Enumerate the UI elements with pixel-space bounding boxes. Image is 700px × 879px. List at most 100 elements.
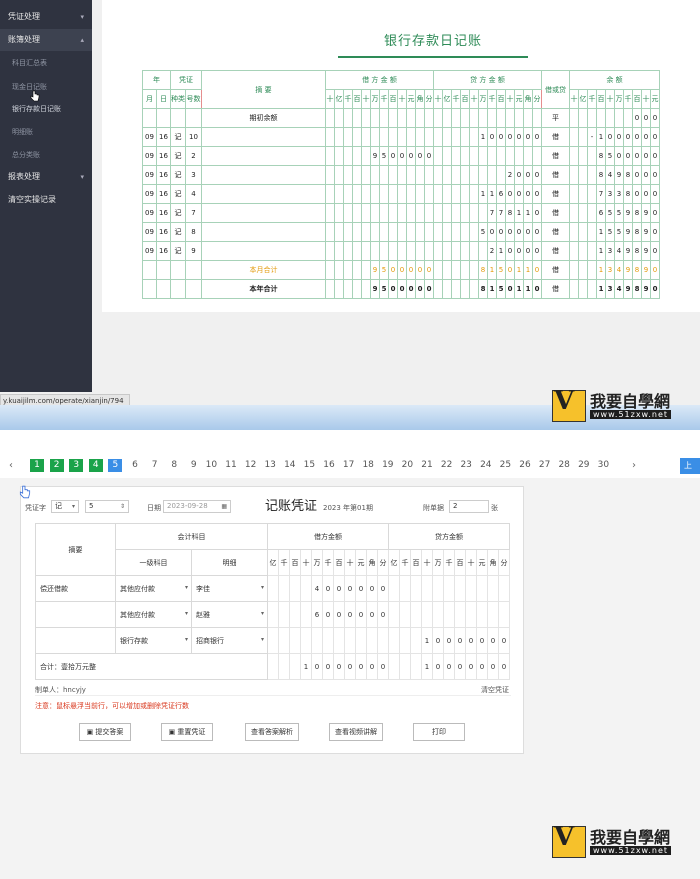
total-credit-digit: 0 <box>465 653 477 680</box>
print-button[interactable]: 打印 <box>413 723 465 741</box>
detail-select[interactable]: 赵雅 ▾ <box>191 601 268 628</box>
level1-select[interactable]: 银行存款 ▾ <box>115 627 192 654</box>
view-video-button[interactable]: 查看视频讲解 <box>329 723 383 741</box>
page-button[interactable]: 17 <box>342 459 356 472</box>
page-button[interactable]: 23 <box>459 459 473 472</box>
detail-select[interactable]: 李佳 ▾ <box>191 575 268 602</box>
page-button[interactable]: 25 <box>498 459 512 472</box>
balance-digit: 0 <box>632 146 642 166</box>
debit-digit <box>379 108 389 128</box>
credit-digit <box>388 575 400 602</box>
sidebar-item-bank-journal[interactable]: 银行存款日记账 <box>0 98 92 120</box>
page-button[interactable]: 7 <box>148 459 162 472</box>
voucher-line[interactable]: 其他应付款 ▾ 赵雅 ▾ 6 0 0 0 0 0 0 <box>35 601 510 628</box>
next-page-button[interactable]: › <box>627 459 641 472</box>
sidebar-item-cash-journal[interactable]: 现金日记账 <box>0 76 92 98</box>
page-button[interactable]: 30 <box>596 459 610 472</box>
balance-digit: 3 <box>605 279 615 299</box>
credit-digit: 8 <box>505 203 515 223</box>
sidebar-item-general-ledger[interactable]: 总分类账 <box>0 144 92 166</box>
page-button[interactable]: 26 <box>518 459 532 472</box>
voucher-line[interactable]: 银行存款 ▾ 招商银行 ▾ 1 0 0 0 0 0 0 0 <box>35 627 510 654</box>
calendar-icon: ▦ <box>221 503 227 510</box>
page-button[interactable]: 2 <box>49 459 64 472</box>
digit-header: 十 <box>605 89 615 109</box>
attachments-input[interactable]: 2 <box>449 500 489 513</box>
page-button[interactable]: 15 <box>302 459 316 472</box>
page-button[interactable]: 3 <box>69 459 84 472</box>
debit-digit <box>361 203 371 223</box>
credit-digit <box>433 241 443 261</box>
digit-header: 千 <box>322 549 334 576</box>
sidebar-item-summary[interactable]: 科目汇总表 <box>0 52 92 74</box>
page-button[interactable]: 14 <box>283 459 297 472</box>
page-button[interactable]: 22 <box>440 459 454 472</box>
balance-digit: 3 <box>614 184 624 204</box>
credit-digit: 0 <box>476 627 488 654</box>
header-day: 日 <box>156 89 171 109</box>
digit-header: 十 <box>569 89 579 109</box>
page-button[interactable]: 11 <box>224 459 238 472</box>
debit-digit <box>325 165 335 185</box>
cell-dc: 借 <box>541 241 570 261</box>
credit-digit <box>476 601 488 628</box>
hint-note: 注意：鼠标悬浮当前行，可以增加或删除凭证行数 <box>35 702 189 710</box>
date-input[interactable]: 2023-09-28 ▦ <box>163 500 231 513</box>
voucher-line[interactable]: 偿还借款 其他应付款 ▾ 李佳 ▾ 4 0 0 0 0 0 0 <box>35 575 510 602</box>
page-button[interactable]: 8 <box>167 459 181 472</box>
page-button[interactable]: 27 <box>538 459 552 472</box>
ledger-row: 09 16 记 10 1 0 0 0 0 0 0 借 -1 0 0 0 0 0 0 <box>142 127 660 147</box>
voucher-screenshot: ‹ 1 2 3 4 5 6 7 8 9 10 11 12 13 14 15 16 17 18 19 20 21 22 23 24… <box>0 452 700 879</box>
debit-digit <box>300 601 312 628</box>
header-debit: 借 方 金 额 <box>325 70 434 90</box>
page-button[interactable]: 12 <box>244 459 258 472</box>
sidebar-item-detail-ledger[interactable]: 明细账 <box>0 121 92 143</box>
page-button[interactable]: 19 <box>381 459 395 472</box>
detail-select[interactable]: 招商银行 ▾ <box>191 627 268 654</box>
level1-select[interactable]: 其他应付款 ▾ <box>115 601 192 628</box>
view-analysis-button[interactable]: 查看答案解析 <box>245 723 299 741</box>
page-button[interactable]: 24 <box>479 459 493 472</box>
credit-digit: 0 <box>532 127 542 147</box>
sidebar-item-clear-records[interactable]: 清空实操记录 <box>0 189 92 211</box>
page-button[interactable]: 6 <box>128 459 142 472</box>
total-debit-digit <box>278 653 290 680</box>
voucher-number-stepper[interactable]: 5 ⇕ <box>85 500 129 513</box>
page-button[interactable]: 4 <box>88 459 103 472</box>
reset-voucher-button[interactable]: ▣ 重置凭证 <box>161 723 213 741</box>
page-button[interactable]: 10 <box>204 459 218 472</box>
voucher-word-select[interactable]: 记 ▾ <box>51 500 79 513</box>
page-button[interactable]: 9 <box>187 459 201 472</box>
clear-voucher-link[interactable]: 清空凭证 <box>481 685 509 695</box>
prev-page-button[interactable]: ‹ <box>4 459 18 472</box>
page-button[interactable]: 20 <box>400 459 414 472</box>
header-summary: 摘 要 <box>201 70 326 109</box>
balance-digit: 9 <box>641 241 651 261</box>
chevron-down-icon: ▾ <box>260 583 264 591</box>
sidebar-item-reports[interactable]: 报表处理 ▾ <box>0 166 92 188</box>
page-button[interactable]: 29 <box>577 459 591 472</box>
page-button[interactable]: 21 <box>420 459 434 472</box>
watermark-logo: V 我要自學網 www.51zxw.net <box>552 386 692 426</box>
digit-header: 分 <box>377 549 389 576</box>
ledger-screenshot: 凭证处理 ▾ 账簿处理 ▴ 科目汇总表 现金日记账 银行存款日记账 明细账 总分类账… <box>0 0 700 430</box>
submit-answer-button[interactable]: ▣ 提交答案 <box>79 723 131 741</box>
credit-digit: 0 <box>505 260 515 280</box>
debit-digit: 5 <box>379 146 389 166</box>
debit-digit <box>325 184 335 204</box>
sidebar-item-voucher[interactable]: 凭证处理 ▾ <box>0 6 92 28</box>
balance-digit: 0 <box>650 241 660 261</box>
page-button[interactable]: 28 <box>557 459 571 472</box>
balance-digit: 0 <box>641 184 651 204</box>
page-button[interactable]: 18 <box>361 459 375 472</box>
level1-select[interactable]: 其他应付款 ▾ <box>115 575 192 602</box>
credit-digit: 0 <box>532 165 542 185</box>
page-button[interactable]: 16 <box>322 459 336 472</box>
page-button[interactable]: 5 <box>108 459 123 472</box>
page-button[interactable]: 1 <box>30 459 44 472</box>
top-button[interactable]: 上 <box>680 458 700 474</box>
sidebar-item-books[interactable]: 账簿处理 ▴ <box>0 29 92 51</box>
credit-digit: 0 <box>514 184 524 204</box>
cell-dc: 借 <box>541 203 570 223</box>
page-button[interactable]: 13 <box>263 459 277 472</box>
